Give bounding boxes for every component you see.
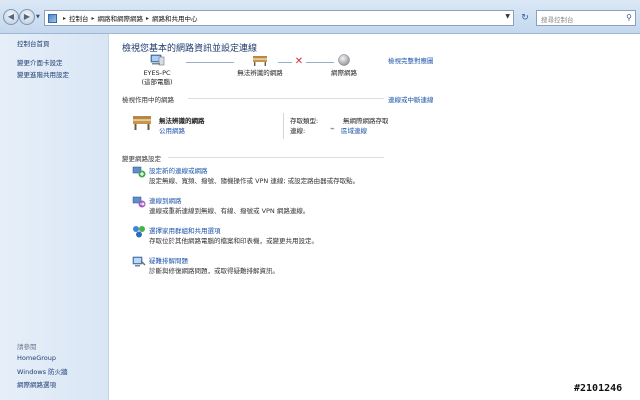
disconnected-x-icon: ✕ — [294, 56, 304, 67]
troubleshoot-icon — [132, 256, 146, 267]
sidebar-item-control-panel-home[interactable]: 控制台首頁 — [17, 38, 50, 48]
setup-connection-link[interactable]: 設定新的連線或網路 — [149, 165, 208, 175]
search-icon[interactable]: ⚲ — [626, 13, 632, 22]
breadcrumb-network-internet[interactable]: 網路和網際網路 — [98, 13, 144, 23]
map-node-computer[interactable]: EYES-PC (這部電腦) — [128, 54, 186, 87]
access-type-label: 存取類型: — [290, 117, 319, 125]
computer-icon — [150, 54, 165, 66]
see-also-internet-options[interactable]: 網際網路選項 — [17, 379, 56, 389]
computer-sub-label: (這部電腦) — [141, 78, 173, 86]
page-title: 檢視您基本的網路資訊並設定連線 — [122, 44, 258, 54]
network-name: 無法辨識的網路 — [159, 117, 205, 125]
main-content: 檢視您基本的網路資訊並設定連線 檢視完整對應圖 EYES-PC (這部電腦) 無… — [110, 34, 640, 400]
setup-connection-desc: 設定無線、寬頻、撥號、隨機操作或 VPN 連線; 或設定路由器或存取點。 — [149, 177, 360, 185]
connect-network-icon — [132, 196, 146, 208]
divider — [283, 113, 284, 139]
arrow-left-icon: ◀ — [7, 12, 15, 21]
breadcrumb: ▸ 控制台 ▸ 網路和網際網路 ▸ 網路和共用中心 — [63, 13, 198, 24]
forward-button[interactable]: ▶ — [19, 9, 35, 25]
sidebar-item-change-adapter-settings[interactable]: 變更介面卡設定 — [17, 57, 63, 67]
internet-label: 網際網路 — [331, 69, 357, 77]
arrow-right-icon: ▶ — [23, 12, 31, 21]
homegroup-icon — [133, 226, 145, 238]
search-input[interactable]: 搜尋控制台 ⚲ — [536, 10, 636, 26]
troubleshoot-desc: 診斷與修復網路問題，或取得疑難排解資訊。 — [149, 267, 279, 275]
new-connection-icon — [132, 166, 146, 178]
local-area-connection-link[interactable]: 區域連線 — [341, 125, 367, 135]
back-button[interactable]: ◀ — [3, 9, 19, 25]
connect-network-desc: 連線或重新連線到無線、有線、撥號或 VPN 網路連線。 — [149, 207, 310, 215]
troubleshoot-link[interactable]: 疑難排解問題 — [149, 255, 188, 265]
address-bar[interactable]: ▸ 控制台 ▸ 網路和網際網路 ▸ 網路和共用中心 ▼ — [44, 10, 514, 26]
see-also-homegroup[interactable]: HomeGroup — [17, 354, 56, 362]
image-watermark: #2101246 — [574, 383, 623, 394]
network-type-link[interactable]: 公用網路 — [159, 125, 185, 135]
view-full-map-link[interactable]: 檢視完整對應圖 — [388, 55, 434, 65]
refresh-icon: ↻ — [521, 13, 529, 23]
connections-label: 連線: — [290, 127, 306, 135]
divider — [168, 157, 384, 158]
active-networks-heading: 檢視作用中的網路 — [122, 96, 174, 104]
bench-icon[interactable] — [132, 114, 152, 130]
access-type-value: 無網際網路存取 — [343, 117, 389, 125]
recent-pages-dropdown[interactable]: ▼ — [36, 14, 42, 20]
see-also-heading: 請參閱 — [17, 343, 37, 351]
control-panel-icon — [48, 13, 57, 23]
change-settings-heading: 變更網路設定 — [122, 155, 161, 163]
see-also-windows-firewall[interactable]: Windows 防火牆 — [17, 366, 68, 376]
breadcrumb-network-sharing-center[interactable]: 網路和共用中心 — [152, 13, 198, 23]
connect-network-link[interactable]: 連線到網路 — [149, 195, 182, 205]
map-node-internet[interactable]: 網際網路 — [314, 54, 374, 78]
connection-line — [278, 62, 292, 63]
homegroup-desc: 存取位於其他網路電腦的檔案和印表機，或變更共用設定。 — [149, 237, 318, 245]
breadcrumb-control-panel[interactable]: 控制台 — [69, 13, 89, 23]
computer-name: EYES-PC — [143, 69, 171, 77]
search-placeholder: 搜尋控制台 — [541, 16, 574, 24]
connect-disconnect-link[interactable]: 連線或中斷連線 — [388, 94, 434, 104]
ethernet-icon: ⌁ — [330, 124, 335, 133]
network-map-label: 無法辨識的網路 — [237, 69, 283, 77]
chevron-down-icon[interactable]: ▼ — [505, 13, 510, 20]
address-toolbar: ◀ ▶ ▼ ▸ 控制台 ▸ 網路和網際網路 ▸ 網路和共用中心 ▼ ↻ 搜尋控制… — [0, 0, 640, 34]
homegroup-link[interactable]: 選擇家用群組和共用選項 — [149, 225, 221, 235]
map-node-unidentified-network[interactable]: 無法辨識的網路 — [226, 54, 294, 78]
sidebar-item-change-advanced-sharing[interactable]: 變更進階共用設定 — [17, 69, 69, 79]
refresh-button[interactable]: ↻ — [518, 10, 532, 26]
globe-icon — [338, 54, 350, 66]
bench-icon — [253, 56, 267, 66]
divider — [188, 98, 384, 99]
left-nav-pane: 控制台首頁 變更介面卡設定 變更進階共用設定 請參閱 HomeGroup Win… — [0, 34, 109, 400]
